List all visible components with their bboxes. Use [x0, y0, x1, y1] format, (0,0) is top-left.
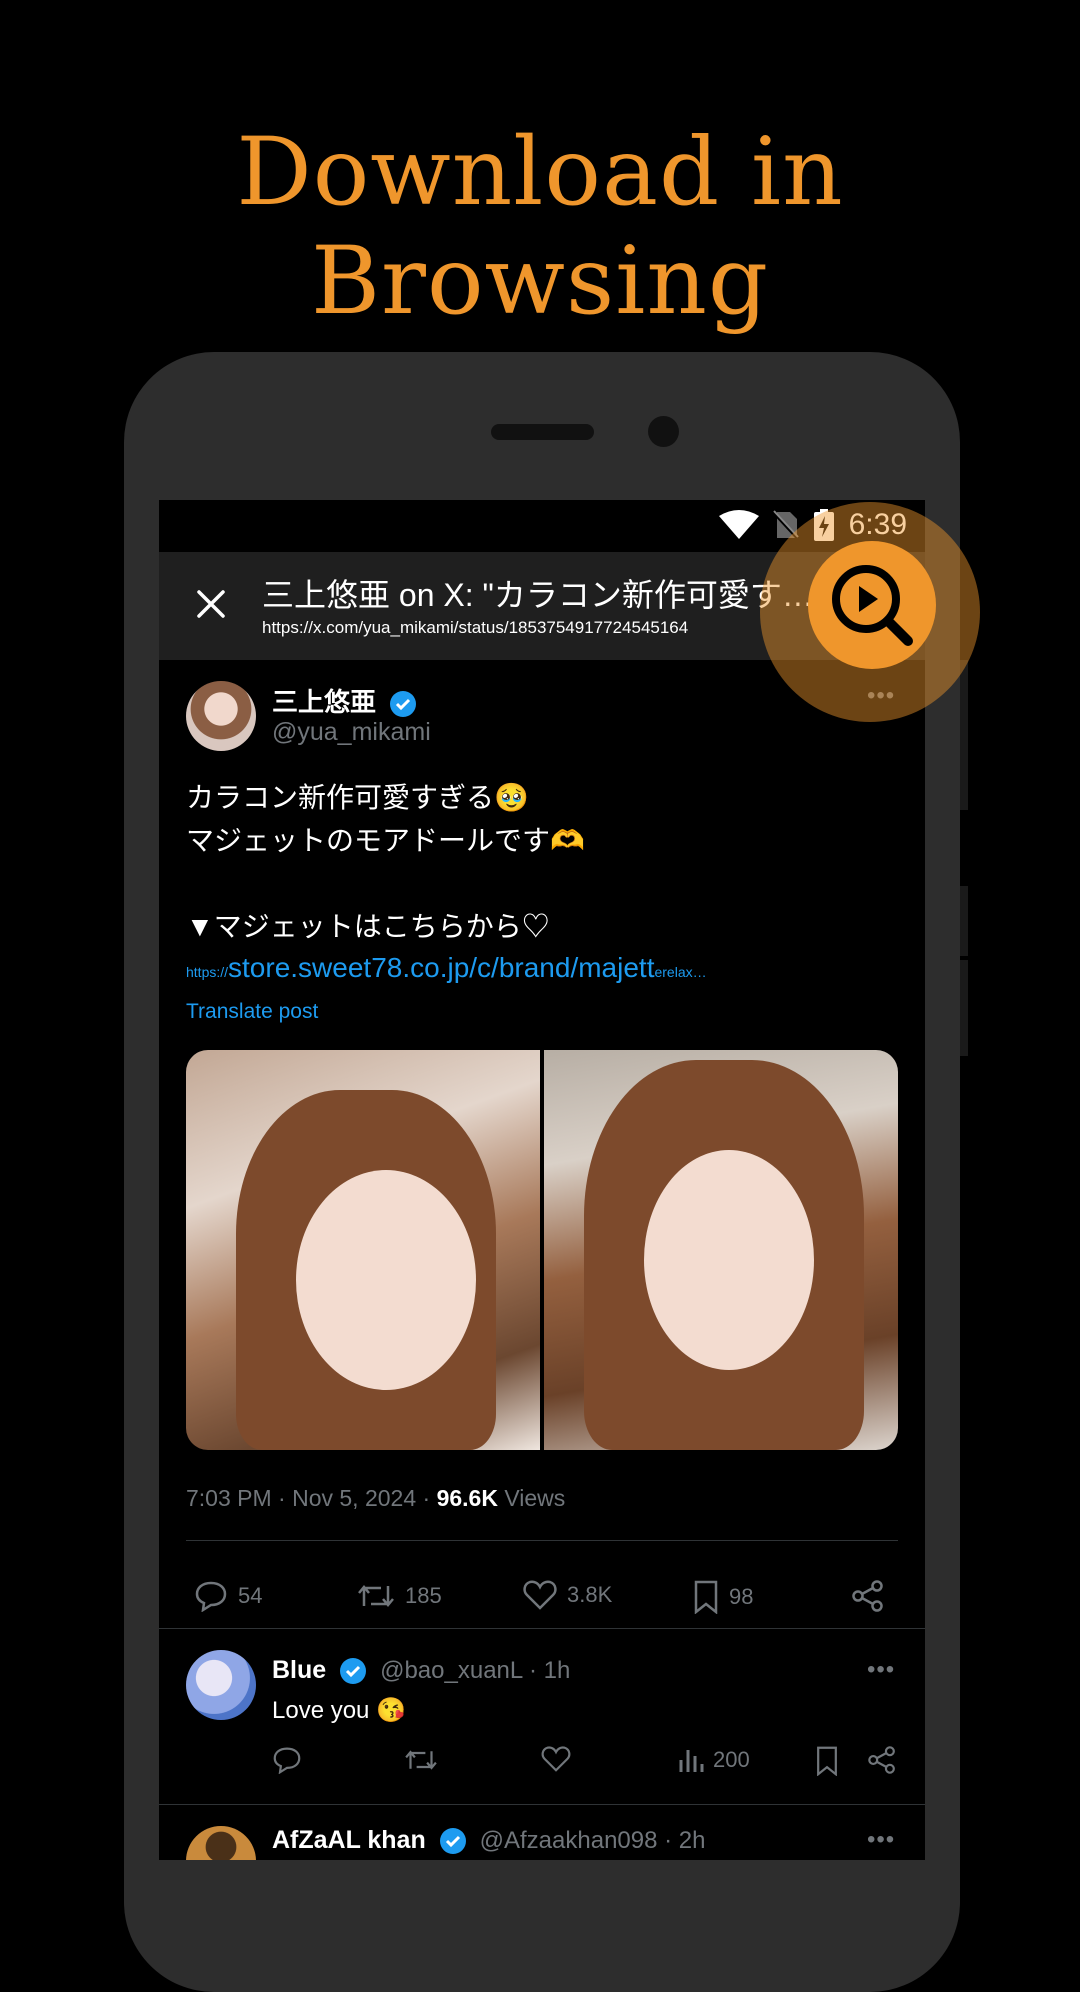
page-title: 三上悠亜 on X: "カラコン新作可愛す…	[262, 577, 814, 613]
reply-author-handle: @Afzaakhan098 · 2h	[479, 1827, 706, 1854]
phone-side-button	[960, 660, 968, 810]
share-button[interactable]	[851, 1580, 885, 1612]
bookmark-icon	[694, 1580, 718, 1614]
reply-button[interactable]: 54	[194, 1580, 262, 1612]
phone-camera	[648, 416, 679, 447]
post-photo[interactable]	[544, 1050, 898, 1450]
reply-author-name: AfZaAL khan	[272, 1826, 426, 1854]
author-name-row[interactable]: 三上悠亜	[272, 682, 417, 719]
bookmark-button[interactable]	[815, 1746, 839, 1776]
phone-speaker	[491, 424, 594, 440]
reply-avatar[interactable]	[186, 1826, 256, 1860]
close-icon[interactable]	[195, 588, 227, 620]
like-button[interactable]: 3.8K	[523, 1580, 612, 1610]
share-button[interactable]	[867, 1746, 897, 1774]
like-icon	[541, 1746, 571, 1772]
post-time: 7:03 PM · Nov 5, 2024 ·	[186, 1485, 437, 1511]
promo-headline: Download in Browsing	[236, 118, 844, 336]
more-icon[interactable]: •••	[867, 1656, 895, 1684]
divider	[186, 1540, 898, 1541]
post-text: カラコン新作可愛すぎる🥹 マジェットのモアドールです🫶 ▼マジェットはこちらから…	[186, 776, 585, 948]
post-link-main: store.sweet78.co.jp/c/brand/majett	[228, 952, 655, 983]
post-views-label: Views	[497, 1485, 566, 1511]
reply-text: Love you 😘	[272, 1697, 406, 1724]
verified-badge-icon	[340, 1658, 367, 1685]
reply-author-row[interactable]: Blue @bao_xuanL · 1h	[272, 1656, 570, 1685]
like-button[interactable]	[541, 1746, 571, 1772]
divider	[159, 1804, 925, 1805]
repost-count: 185	[405, 1583, 442, 1608]
reply-actions: 200	[159, 1746, 925, 1786]
wifi-icon	[718, 510, 759, 539]
bookmark-icon	[817, 1746, 837, 1776]
reply-author-row[interactable]: AfZaAL khan @Afzaakhan098 · 2h	[272, 1826, 705, 1855]
views-button[interactable]: 200	[677, 1746, 750, 1774]
post-text-line: マジェットのモアドールです🫶	[186, 825, 585, 856]
author-avatar[interactable]	[186, 681, 256, 751]
author-handle[interactable]: @yua_mikami	[272, 718, 431, 747]
divider	[159, 1628, 925, 1629]
post-timestamp: 7:03 PM · Nov 5, 2024 · 96.6K Views	[186, 1485, 565, 1512]
verified-badge-icon	[390, 691, 417, 718]
reply-author-handle: @bao_xuanL · 1h	[380, 1657, 571, 1684]
post-media	[186, 1050, 898, 1450]
repost-icon	[405, 1750, 437, 1770]
reply-icon	[273, 1747, 301, 1774]
post-photo[interactable]	[186, 1050, 540, 1450]
post-text-line: ▼マジェットはこちらから♡	[186, 911, 550, 942]
translate-post-link[interactable]: Translate post	[186, 1000, 318, 1024]
reply-button[interactable]	[272, 1746, 302, 1774]
repost-button[interactable]: 185	[357, 1580, 442, 1612]
bookmark-button[interactable]: 98	[693, 1580, 753, 1614]
post-link-prefix: https://	[186, 964, 229, 980]
reply-author-name: Blue	[272, 1656, 327, 1684]
repost-button[interactable]	[404, 1746, 438, 1774]
reply-avatar[interactable]	[186, 1650, 256, 1720]
post-link-suffix: erelax…	[654, 964, 707, 980]
page-url[interactable]: https://x.com/yua_mikami/status/18537549…	[262, 618, 688, 638]
views-icon	[679, 1750, 704, 1772]
share-icon	[868, 1746, 895, 1774]
phone-side-button	[960, 886, 968, 956]
post-link[interactable]: https://store.sweet78.co.jp/c/brand/maje…	[186, 952, 707, 984]
author-name: 三上悠亜	[272, 687, 377, 717]
post-text-line: カラコン新作可愛すぎる🥹	[186, 782, 529, 813]
more-icon[interactable]: •••	[867, 1826, 895, 1854]
phone-side-button	[960, 960, 968, 1056]
post-views-count: 96.6K	[436, 1485, 498, 1511]
post-actions: 54 185 3.8K 98	[159, 1560, 925, 1630]
like-icon	[523, 1580, 557, 1610]
download-search-icon	[832, 565, 913, 646]
bookmark-count: 98	[729, 1584, 754, 1609]
download-search-button[interactable]	[808, 541, 936, 669]
post-text-line	[186, 862, 585, 905]
reply-count: 54	[238, 1583, 263, 1608]
verified-badge-icon	[439, 1828, 466, 1855]
reply-views-count: 200	[713, 1747, 750, 1772]
reply-icon	[195, 1581, 227, 1612]
repost-icon	[358, 1585, 394, 1607]
like-count: 3.8K	[567, 1582, 613, 1607]
share-icon	[852, 1580, 883, 1612]
